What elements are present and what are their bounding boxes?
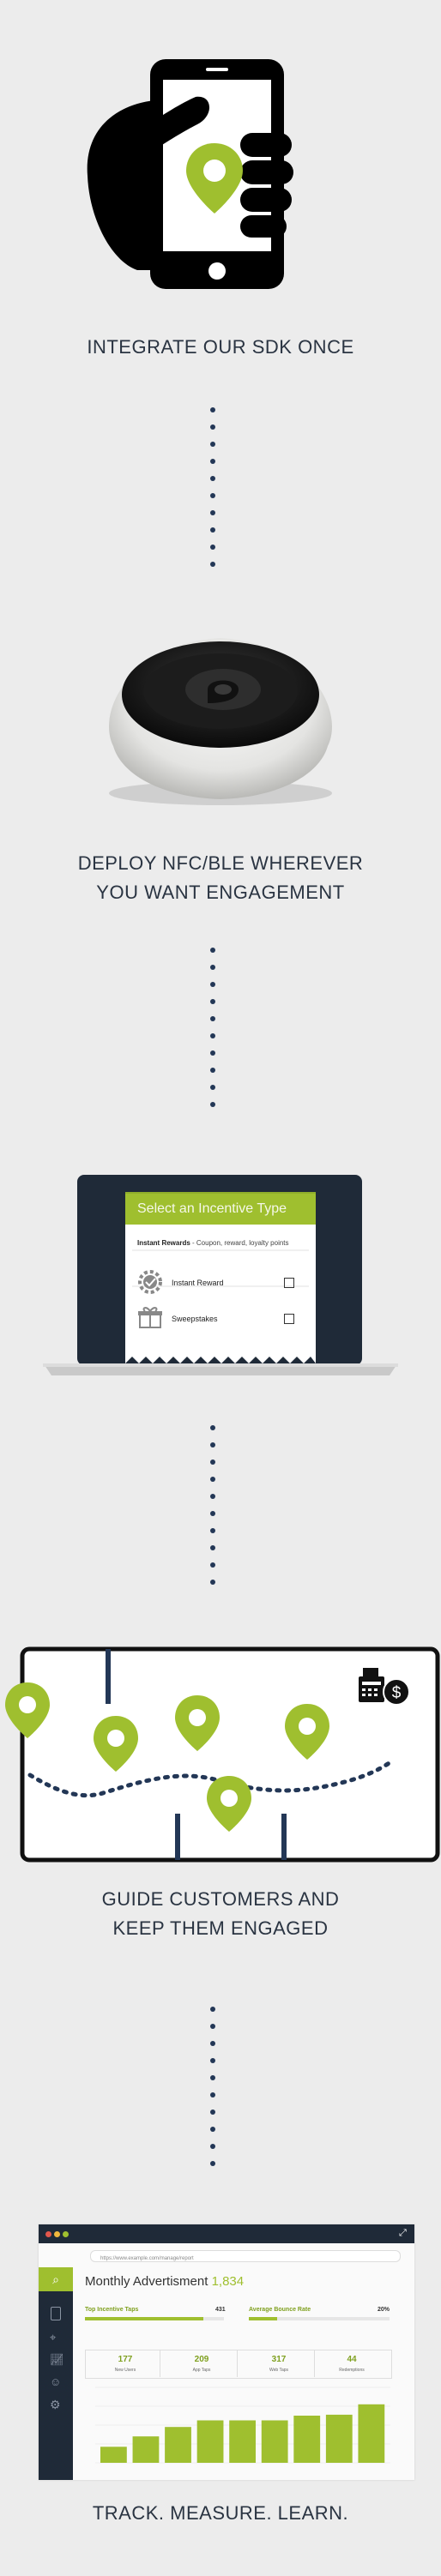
gear-badge-icon <box>138 1270 162 1294</box>
settings-gear-icon[interactable]: ⚙ <box>50 2398 61 2412</box>
kpi-bar-fill <box>85 2317 203 2320</box>
chart-bar <box>358 2404 385 2463</box>
chart-bar <box>100 2447 127 2463</box>
kpi-label: Top Incentive Taps <box>85 2307 139 2313</box>
chart-bar <box>325 2414 353 2463</box>
connector-dots <box>210 948 215 1119</box>
step-5-caption: TRACK. MEASURE. LEARN. <box>0 2499 441 2528</box>
stat-number: 177 <box>118 2355 133 2364</box>
users-icon[interactable]: ☺ <box>50 2375 61 2388</box>
option-sweepstakes[interactable]: Sweepstakes <box>172 1315 218 1323</box>
connector-dots <box>210 1425 215 1597</box>
incentive-subtitle: Instant Rewards - Coupon, reward, loyalt… <box>137 1239 289 1247</box>
phone-hand-illustration <box>87 59 293 289</box>
svg-text:$: $ <box>392 1684 402 1702</box>
stat-number: 317 <box>271 2355 287 2364</box>
step-1-caption: INTEGRATE OUR SDK ONCE <box>0 333 441 362</box>
chart-bar <box>132 2436 160 2463</box>
gift-icon <box>138 1307 162 1328</box>
nfc-beacon-device <box>109 638 332 805</box>
caption-line: KEEP THEM ENGAGED <box>112 1917 329 1939</box>
stat-number: 209 <box>194 2355 209 2364</box>
step-4-caption: GUIDE CUSTOMERS AND KEEP THEM ENGAGED <box>0 1885 441 1943</box>
chart-icon[interactable]: 📈︎ <box>50 2353 64 2367</box>
stat-label: App Taps <box>192 2368 211 2373</box>
pin-icon[interactable]: ⌖ <box>50 2331 56 2344</box>
kpi-bar-track <box>85 2317 224 2320</box>
stat-label: Redemptions <box>339 2368 365 2373</box>
kpi-bar-fill <box>249 2317 277 2320</box>
caption-line: GUIDE CUSTOMERS AND <box>101 1888 340 1910</box>
chart-bar <box>196 2420 224 2463</box>
option-instant-reward[interactable]: Instant Reward <box>172 1279 224 1287</box>
stat-label: New Users <box>114 2368 136 2373</box>
dashboard-title: Monthly Advertisment 1,834 <box>85 2274 245 2289</box>
instant-reward-checkbox[interactable] <box>284 1278 294 1288</box>
sidebar-search-button[interactable]: ⌕ <box>39 2267 73 2291</box>
incentive-screen-title: Select an Incentive Type <box>137 1201 287 1216</box>
caption-line: YOU WANT ENGAGEMENT <box>96 882 345 903</box>
phone-icon[interactable] <box>51 2307 61 2320</box>
url-text: https://www.example.com/manage/report <box>100 2256 194 2261</box>
step-2-caption: DEPLOY NFC/BLE WHEREVER YOU WANT ENGAGEM… <box>0 849 441 907</box>
connector-dots <box>210 407 215 579</box>
chart-bar <box>165 2427 191 2463</box>
bar-chart <box>95 2386 390 2464</box>
stat-label: Web Taps <box>269 2368 289 2373</box>
close-dot-icon[interactable] <box>45 2231 51 2237</box>
caption-line: DEPLOY NFC/BLE WHEREVER <box>77 852 364 874</box>
caption-line: TRACK. MEASURE. LEARN. <box>92 2502 349 2524</box>
caption-line: INTEGRATE OUR SDK ONCE <box>87 336 354 358</box>
kpi-label: Average Bounce Rate <box>249 2307 311 2313</box>
connector-dots <box>210 2007 215 2178</box>
window-titlebar <box>39 2224 414 2243</box>
stat-number: 44 <box>347 2355 357 2364</box>
sweepstakes-checkbox[interactable] <box>284 1314 294 1324</box>
minimize-dot-icon[interactable] <box>54 2231 60 2237</box>
expand-icon[interactable]: ⤢ <box>399 2228 407 2239</box>
chart-bar <box>293 2416 321 2463</box>
chart-bar <box>229 2420 257 2463</box>
store-map-illustration: $ <box>5 1646 440 1863</box>
maximize-dot-icon[interactable] <box>63 2231 69 2237</box>
kpi-bar-track <box>249 2317 390 2320</box>
chart-bar <box>261 2420 288 2463</box>
kpi-value: 431 <box>215 2307 226 2313</box>
sidebar <box>39 2267 73 2480</box>
kpi-value: 20% <box>378 2307 390 2313</box>
